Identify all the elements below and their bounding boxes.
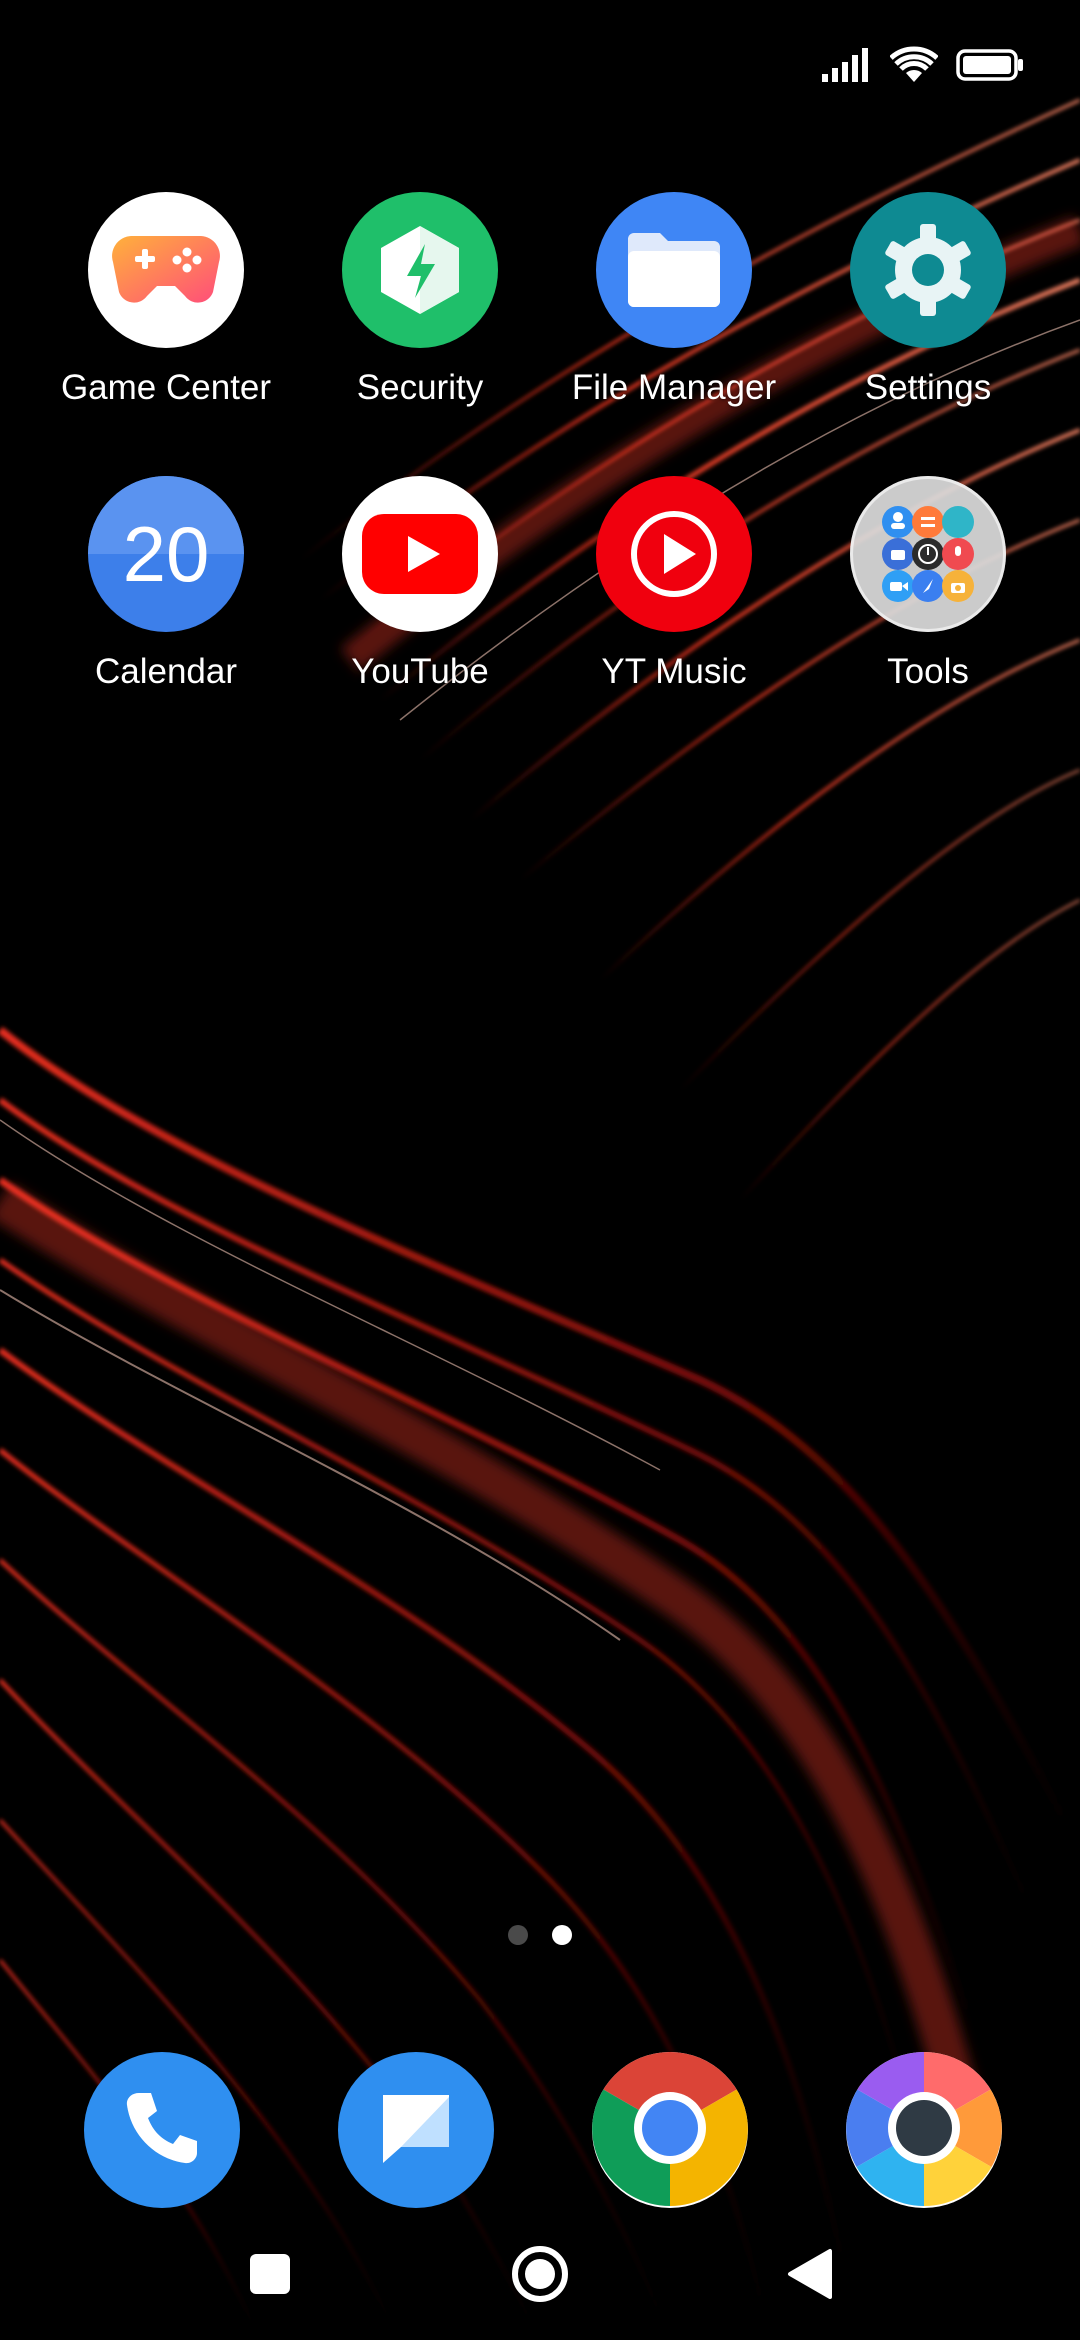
app-folder-tools[interactable]: Tools <box>808 476 1048 692</box>
page-indicator[interactable] <box>0 1925 1080 1945</box>
chrome-icon <box>592 2052 748 2208</box>
folder-icon <box>596 192 752 348</box>
app-file-manager[interactable]: File Manager <box>554 192 794 408</box>
app-label: Settings <box>864 368 992 407</box>
calendar-icon: 20 <box>88 476 244 632</box>
youtube-icon <box>342 476 498 632</box>
app-calendar[interactable]: 20 Calendar <box>46 476 286 692</box>
messages-icon <box>371 2083 461 2178</box>
folder-tools-icon <box>850 476 1006 632</box>
phone-icon <box>117 2083 207 2178</box>
app-settings[interactable]: Settings <box>808 192 1048 408</box>
gear-icon <box>850 192 1006 348</box>
page-dot-1[interactable] <box>508 1925 528 1945</box>
wifi-icon <box>890 46 938 84</box>
status-bar <box>822 40 1024 90</box>
cellular-signal-icon <box>822 48 872 82</box>
yt-music-icon <box>596 476 752 632</box>
browser-icon <box>846 2052 1002 2208</box>
app-label: Game Center <box>60 368 272 407</box>
security-shield-icon <box>342 192 498 348</box>
app-game-center[interactable]: Game Center <box>46 192 286 408</box>
app-security[interactable]: Security <box>300 192 540 408</box>
back-triangle-icon <box>786 2247 834 2306</box>
app-youtube[interactable]: YouTube <box>300 476 540 692</box>
nav-home-button[interactable] <box>504 2240 576 2312</box>
battery-icon <box>956 49 1024 81</box>
app-label: File Manager <box>571 368 777 407</box>
nav-back-button[interactable] <box>774 2240 846 2312</box>
page-dot-2[interactable] <box>552 1925 572 1945</box>
game-controller-icon <box>88 192 244 348</box>
app-label: Calendar <box>94 652 238 691</box>
home-circle-icon <box>509 2243 571 2310</box>
app-label: YT Music <box>601 652 747 691</box>
dock-messages[interactable] <box>338 2052 494 2208</box>
dock-phone[interactable] <box>84 2052 240 2208</box>
calendar-date: 20 <box>122 510 210 598</box>
app-label: Tools <box>887 652 969 691</box>
dock-chrome[interactable] <box>592 2052 748 2208</box>
app-label: YouTube <box>351 652 489 691</box>
recents-square-icon <box>248 2252 292 2301</box>
nav-recents-button[interactable] <box>234 2240 306 2312</box>
app-label: Security <box>356 368 484 407</box>
dock-browser[interactable] <box>846 2052 1002 2208</box>
app-yt-music[interactable]: YT Music <box>554 476 794 692</box>
home-screen: Game Center Security File Manager Settin… <box>0 0 1080 2340</box>
